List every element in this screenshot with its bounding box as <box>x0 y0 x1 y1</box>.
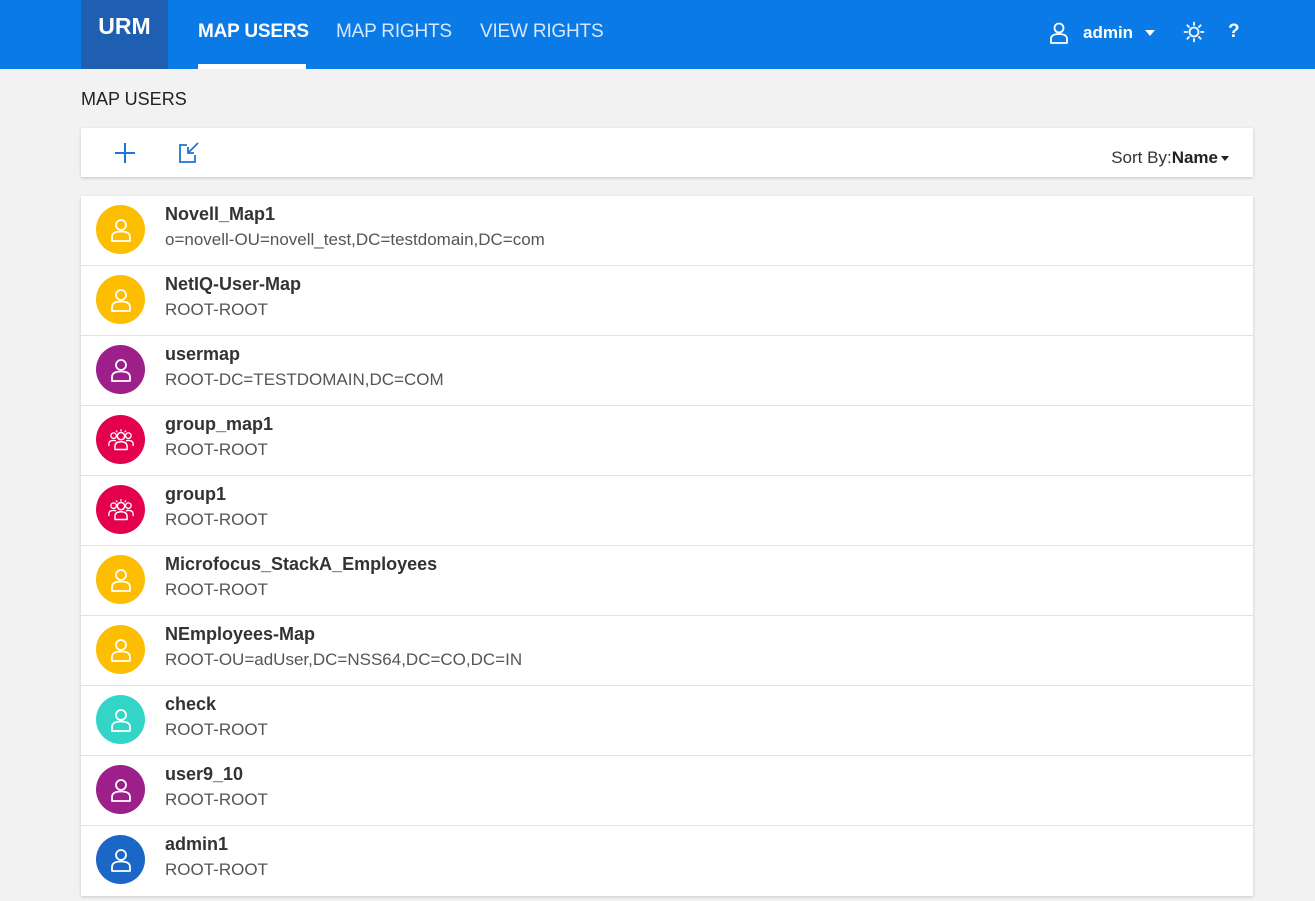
user-icon <box>110 288 131 312</box>
tab-map-rights[interactable]: MAP RIGHTS <box>336 21 452 43</box>
list-item[interactable]: Microfocus_StackA_Employees ROOT-ROOT <box>81 546 1253 616</box>
list-item[interactable]: user9_10 ROOT-ROOT <box>81 756 1253 826</box>
list-item[interactable]: group_map1 ROOT-ROOT <box>81 406 1253 476</box>
help-icon[interactable]: ? <box>1228 21 1240 43</box>
import-icon[interactable] <box>177 141 201 165</box>
item-dn: ROOT-ROOT <box>165 440 268 459</box>
item-dn: ROOT-ROOT <box>165 300 268 319</box>
tab-map-users[interactable]: MAP USERS <box>198 21 309 43</box>
list-item[interactable]: NEmployees-Map ROOT-OU=adUser,DC=NSS64,DC… <box>81 616 1253 686</box>
list-item[interactable]: usermap ROOT-DC=TESTDOMAIN,DC=COM <box>81 336 1253 406</box>
user-icon <box>110 218 131 242</box>
item-dn: ROOT-ROOT <box>165 720 268 739</box>
item-name: NetIQ-User-Map <box>165 274 302 294</box>
user-icon <box>110 848 131 872</box>
sort-dropdown[interactable]: Sort By: Name <box>1111 148 1229 168</box>
item-dn: ROOT-ROOT <box>165 580 268 599</box>
user-icon <box>110 638 131 662</box>
page-title: MAP USERS <box>81 89 187 109</box>
add-icon[interactable] <box>113 141 137 165</box>
avatar <box>96 765 145 814</box>
user-menu[interactable]: admin <box>1049 19 1156 47</box>
user-icon <box>110 708 131 732</box>
list-item[interactable]: Novell_Map1 o=novell-OU=novell_test,DC=te… <box>81 196 1253 266</box>
active-tab-indicator <box>198 64 306 69</box>
avatar <box>96 205 145 254</box>
chevron-down-icon <box>1221 155 1229 161</box>
item-dn: ROOT-ROOT <box>165 510 268 529</box>
avatar <box>96 835 145 884</box>
user-icon <box>110 778 131 802</box>
list-item[interactable]: admin1 ROOT-ROOT <box>81 826 1253 896</box>
item-name: user9_10 <box>165 764 244 784</box>
item-dn: ROOT-DC=TESTDOMAIN,DC=COM <box>165 370 444 389</box>
item-name: group_map1 <box>165 414 274 434</box>
sort-label: Sort By: <box>1111 148 1172 167</box>
item-dn: ROOT-OU=adUser,DC=NSS64,DC=CO,DC=IN <box>165 650 523 669</box>
avatar <box>96 555 145 604</box>
item-dn: ROOT-ROOT <box>165 860 268 879</box>
tab-view-rights[interactable]: VIEW RIGHTS <box>480 21 604 43</box>
item-name: check <box>165 694 217 714</box>
chevron-down-icon <box>1145 30 1156 36</box>
avatar <box>96 275 145 324</box>
user-icon <box>1050 22 1068 44</box>
item-name: Novell_Map1 <box>165 204 276 224</box>
avatar <box>96 345 145 394</box>
user-icon <box>110 568 131 592</box>
list-item[interactable]: group1 ROOT-ROOT <box>81 476 1253 546</box>
list-item[interactable]: NetIQ-User-Map ROOT-ROOT <box>81 266 1253 336</box>
avatar <box>96 695 145 744</box>
avatar <box>96 625 145 674</box>
sun-icon[interactable] <box>1183 21 1205 43</box>
group-icon <box>107 428 134 450</box>
item-name: Microfocus_StackA_Employees <box>165 554 438 574</box>
sort-value: Name <box>1171 148 1218 167</box>
avatar <box>96 485 145 534</box>
avatar <box>96 415 145 464</box>
user-name: admin <box>1083 23 1134 42</box>
top-navigation-bar: URM MAP USERS MAP RIGHTS VIEW RIGHTS adm… <box>0 0 1315 69</box>
user-icon <box>110 358 131 382</box>
list-item[interactable]: check ROOT-ROOT <box>81 686 1253 756</box>
group-icon <box>107 498 134 520</box>
item-name: group1 <box>165 484 226 504</box>
list-toolbar: Sort By: Name <box>81 128 1253 177</box>
item-name: NEmployees-Map <box>165 624 316 644</box>
app-logo[interactable]: URM <box>81 0 168 69</box>
item-dn: ROOT-ROOT <box>165 790 268 809</box>
item-name: usermap <box>165 344 241 364</box>
item-dn: o=novell-OU=novell_test,DC=testdomain,DC… <box>165 230 545 249</box>
item-name: admin1 <box>165 834 229 854</box>
mapping-list: Novell_Map1 o=novell-OU=novell_test,DC=te… <box>81 196 1253 896</box>
